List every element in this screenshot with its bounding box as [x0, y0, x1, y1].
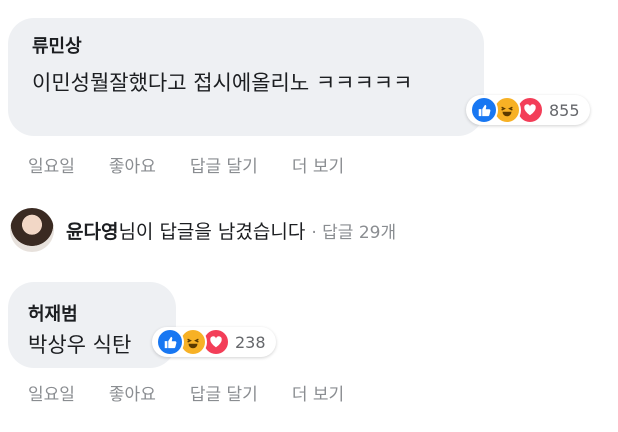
reply-author[interactable]: 윤다영: [66, 221, 118, 243]
reaction-summary[interactable]: 238: [152, 327, 276, 357]
avatar[interactable]: [10, 208, 54, 252]
comment-author[interactable]: 류민상: [32, 32, 82, 58]
like-button[interactable]: 좋아요: [109, 152, 156, 177]
comment-bubble: 류민상 이민성뭘잘했다고 접시에올리노 ㅋㅋㅋㅋㅋ: [8, 18, 484, 136]
reply-summary-text[interactable]: 윤다영님이 답글을 남겼습니다: [66, 217, 305, 244]
comment-bubble: 허재범 박상우 식탄: [8, 282, 176, 368]
reply-label: 님이 답글을 남겼습니다: [118, 220, 306, 243]
more-button[interactable]: 더 보기: [292, 380, 344, 405]
comment-author[interactable]: 허재범: [28, 300, 78, 326]
like-button[interactable]: 좋아요: [109, 380, 156, 405]
comment-actions: 일요일 좋아요 답글 달기 더 보기: [28, 152, 378, 177]
comment-time[interactable]: 일요일: [28, 152, 75, 177]
comment-time[interactable]: 일요일: [28, 380, 75, 405]
comment-text: 박상우 식탄: [28, 333, 132, 357]
like-icon: [470, 96, 498, 124]
like-icon: [156, 328, 184, 356]
reply-summary[interactable]: 윤다영님이 답글을 남겼습니다 · 답글 29개: [10, 208, 396, 252]
reaction-count: 238: [235, 332, 266, 352]
reaction-summary[interactable]: 855: [466, 95, 590, 125]
reply-button[interactable]: 답글 달기: [190, 380, 258, 405]
comment-actions: 일요일 좋아요 답글 달기 더 보기: [28, 380, 378, 405]
more-button[interactable]: 더 보기: [292, 152, 344, 177]
reply-count[interactable]: · 답글 29개: [311, 218, 396, 243]
reply-button[interactable]: 답글 달기: [190, 152, 258, 177]
reaction-count: 855: [549, 100, 580, 120]
comment-text: 이민성뭘잘했다고 접시에올리노 ㅋㅋㅋㅋㅋ: [32, 71, 413, 95]
